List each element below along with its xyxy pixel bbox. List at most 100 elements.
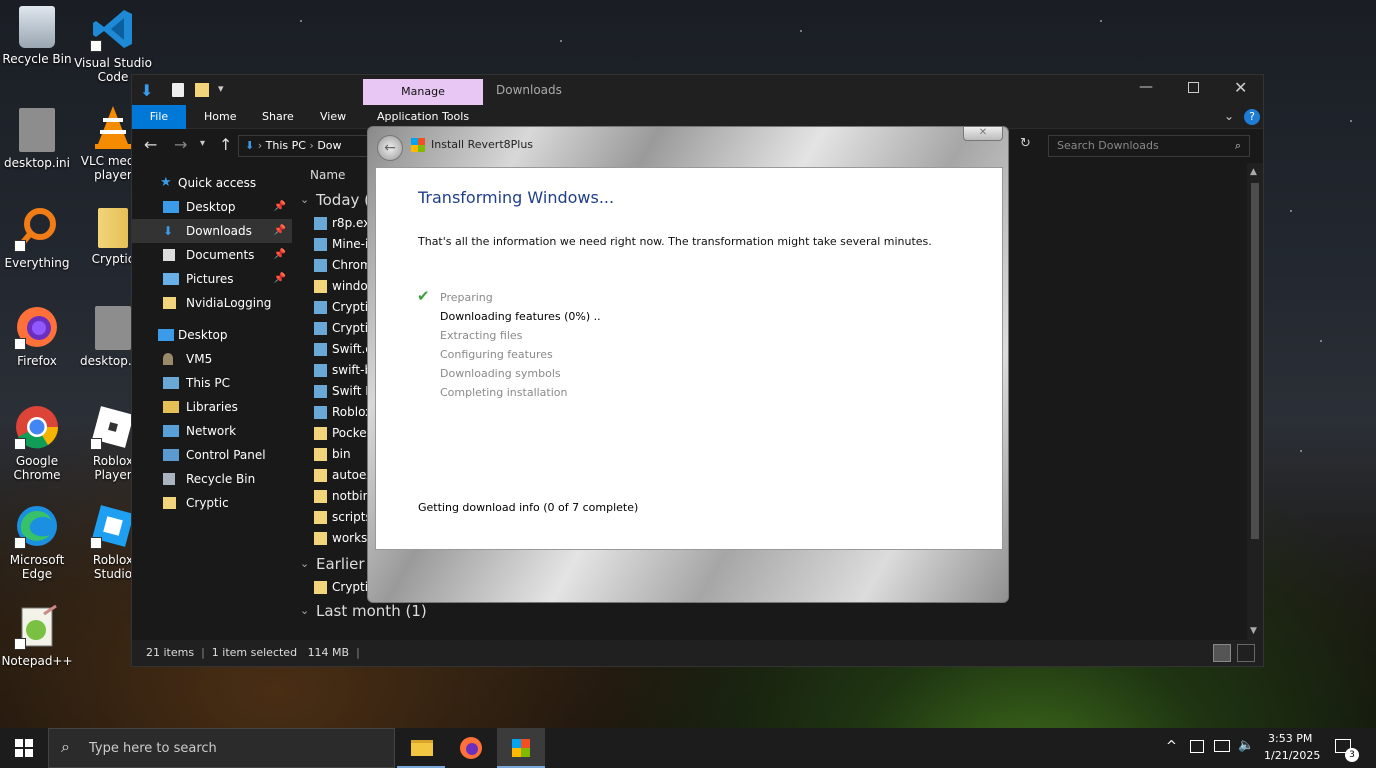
sidebar-item-network[interactable]: Network <box>132 419 292 443</box>
taskbar-search-box[interactable]: ⌕ Type here to search <box>48 728 395 768</box>
tab-share[interactable]: Share <box>252 105 304 129</box>
vscode-icon <box>90 6 136 52</box>
desktop-icon-firefox[interactable]: Firefox <box>0 304 77 368</box>
desktop-icon <box>158 329 174 341</box>
downloads-arrow-icon: ⬇ <box>245 139 255 152</box>
desktop-icon-microsoft-edge[interactable]: Microsoft Edge <box>0 503 77 581</box>
sidebar-item-label: Recycle Bin <box>186 472 256 486</box>
sidebar-item-libraries[interactable]: Libraries <box>132 395 292 419</box>
sidebar-item-desktop-root[interactable]: Desktop <box>132 323 292 347</box>
magnifier-icon <box>14 206 60 252</box>
sidebar-item-this-pc[interactable]: This PC <box>132 371 292 395</box>
security-icon[interactable] <box>1190 740 1204 753</box>
up-arrow-icon[interactable]: ↑ <box>219 135 232 154</box>
desktop-icon-label: Notepad++ <box>1 654 73 668</box>
tab-home[interactable]: Home <box>194 105 246 129</box>
sidebar-item-documents[interactable]: Documents 📌 <box>132 243 292 267</box>
details-view-button[interactable] <box>1213 644 1231 662</box>
desktop-icon-everything[interactable]: Everything <box>0 206 77 270</box>
step-extracting-files: Extracting files <box>440 329 523 342</box>
sidebar-item-label: Libraries <box>186 400 238 414</box>
installer-close-button[interactable]: ✕ <box>963 127 1003 141</box>
desktop-icon-label: Everything <box>4 256 70 270</box>
file-icon <box>314 427 327 440</box>
file-icon <box>314 385 327 398</box>
sidebar-item-pictures[interactable]: Pictures 📌 <box>132 267 292 291</box>
edge-icon <box>14 503 60 549</box>
settings-file-icon <box>19 108 55 152</box>
desktop-icon-google-chrome[interactable]: Google Chrome <box>0 404 77 482</box>
close-button[interactable]: ✕ <box>1234 78 1247 97</box>
file-icon <box>314 238 327 251</box>
taskbar-firefox[interactable] <box>447 728 495 768</box>
volume-muted-icon[interactable]: 🔈 <box>1238 738 1254 753</box>
sidebar-item-control-panel[interactable]: Control Panel <box>132 443 292 467</box>
desktop-icon-visual-studio-code[interactable]: Visual Studio Code <box>73 6 153 84</box>
back-arrow-icon[interactable]: ← <box>144 135 157 154</box>
folder-icon <box>163 297 176 309</box>
desktop-icon-notepad-plus-plus[interactable]: Notepad++ <box>0 604 77 668</box>
installer-content-panel: Transforming Windows... That's all the i… <box>375 167 1003 550</box>
forward-arrow-icon[interactable]: → <box>174 135 187 154</box>
taskbar-time[interactable]: 3:53 PM <box>1268 732 1312 745</box>
breadcrumb[interactable]: ⬇ › This PC › Dow <box>238 135 373 157</box>
tab-view[interactable]: View <box>310 105 356 129</box>
show-hidden-icons-chevron[interactable]: ^ <box>1166 739 1177 754</box>
breadcrumb-this-pc[interactable]: This PC <box>266 139 306 152</box>
sidebar-item-downloads[interactable]: ⬇ Downloads 📌 <box>132 219 292 243</box>
taskbar-search-placeholder: Type here to search <box>89 741 217 756</box>
recent-chevron-icon[interactable]: ▾ <box>200 138 205 149</box>
breadcrumb-downloads[interactable]: Dow <box>317 139 341 152</box>
desktop-icon-recycle-bin[interactable]: Recycle Bin <box>0 6 77 66</box>
back-button[interactable]: ← <box>377 135 403 161</box>
sidebar-item-nvidialogging[interactable]: NvidiaLogging <box>132 291 292 315</box>
taskbar-file-explorer[interactable] <box>397 728 445 768</box>
refresh-icon[interactable]: ↻ <box>1020 136 1031 151</box>
help-icon[interactable]: ? <box>1244 109 1260 125</box>
maximize-button[interactable] <box>1188 82 1199 93</box>
star-icon: ★ <box>160 175 172 190</box>
status-selected: 1 item selected <box>211 646 298 659</box>
quick-access-download-icon[interactable]: ⬇ <box>140 81 153 100</box>
file-name: scripts <box>332 510 372 524</box>
file-icon <box>314 448 327 461</box>
desktop-icon-label: Google Chrome <box>13 454 61 482</box>
file-icon <box>314 322 327 335</box>
roblox-studio-icon <box>90 503 136 549</box>
ribbon-expand-icon[interactable]: ⌄ <box>1224 109 1234 123</box>
taskbar-date[interactable]: 1/21/2025 <box>1264 749 1320 762</box>
sidebar-item-cryptic[interactable]: Cryptic <box>132 491 292 515</box>
taskbar-installer[interactable] <box>497 728 545 768</box>
tab-file[interactable]: File <box>132 105 186 129</box>
sidebar-item-desktop[interactable]: Desktop 📌 <box>132 195 292 219</box>
sidebar-item-recycle-bin[interactable]: Recycle Bin <box>132 467 292 491</box>
sidebar-item-vm5[interactable]: VM5 <box>132 347 292 371</box>
new-folder-icon[interactable] <box>195 83 209 97</box>
taskbar: ⌕ Type here to search ^ 🔈 3:53 PM 1/21/2… <box>0 728 1376 768</box>
search-input[interactable]: Search Downloads ⌕ <box>1048 135 1250 157</box>
search-icon: ⌕ <box>61 737 70 756</box>
chevron-down-icon: ⌄ <box>300 193 310 206</box>
scroll-up-icon[interactable]: ▲ <box>1250 167 1257 177</box>
file-icon <box>314 406 327 419</box>
file-name: Mine-i <box>332 237 369 251</box>
file-icon <box>314 343 327 356</box>
large-icons-view-button[interactable] <box>1237 644 1255 662</box>
file-icon <box>314 469 327 482</box>
minimize-button[interactable]: — <box>1139 79 1153 95</box>
search-placeholder: Search Downloads <box>1057 139 1159 152</box>
properties-icon[interactable] <box>172 83 184 97</box>
scroll-down-icon[interactable]: ▼ <box>1250 626 1257 636</box>
scrollbar-thumb[interactable] <box>1251 183 1259 539</box>
file-icon <box>314 490 327 503</box>
sidebar-item-label: VM5 <box>186 352 213 366</box>
manage-tab[interactable]: Manage <box>363 79 483 105</box>
desktop-icon-desktop-ini[interactable]: desktop.ini <box>0 108 77 170</box>
desktop-icon-label: Firefox <box>17 354 57 368</box>
vertical-scrollbar[interactable]: ▲ ▼ <box>1247 163 1263 640</box>
sidebar-item-quick-access[interactable]: ★ Quick access <box>132 171 292 195</box>
network-icon[interactable] <box>1214 740 1230 752</box>
customize-toolbar-icon[interactable]: ▾ <box>218 82 224 95</box>
start-button[interactable] <box>0 728 48 768</box>
sidebar-item-label: Desktop <box>178 328 228 342</box>
